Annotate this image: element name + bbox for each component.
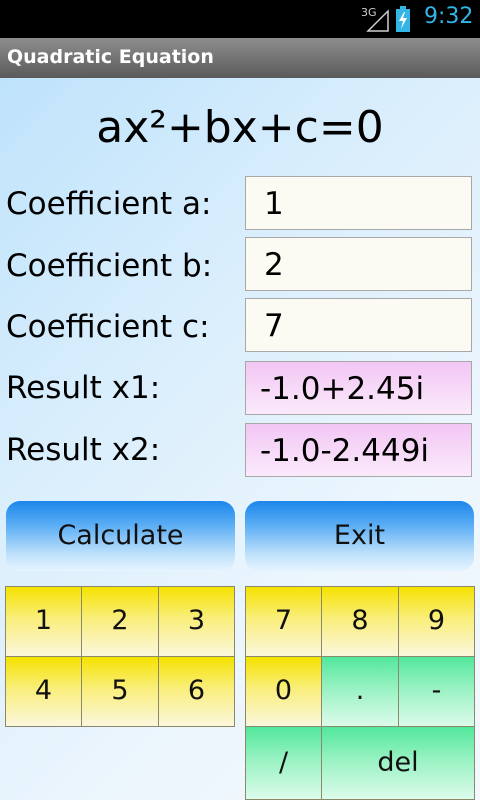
clock: 9:32 xyxy=(424,4,474,29)
coefficient-b-label: Coefficient b: xyxy=(6,248,213,284)
result-x2-field: -1.0-2.449i xyxy=(245,423,472,477)
coefficient-b-field[interactable]: 2 xyxy=(245,237,472,291)
key-minus[interactable]: - xyxy=(398,656,475,727)
coefficient-c-field[interactable]: 7 xyxy=(245,298,472,352)
key-4[interactable]: 4 xyxy=(5,656,82,727)
result-x1-field: -1.0+2.45i xyxy=(245,361,472,415)
key-8[interactable]: 8 xyxy=(321,586,399,657)
main-content: ax²+bx+c=0 Coefficient a: 1 Coefficient … xyxy=(0,78,480,800)
result-x2-label: Result x2: xyxy=(6,432,161,468)
app-title: Quadratic Equation xyxy=(7,46,214,68)
equation-heading: ax²+bx+c=0 xyxy=(96,102,384,153)
coefficient-c-label: Coefficient c: xyxy=(6,309,210,345)
key-5[interactable]: 5 xyxy=(81,656,159,727)
signal-icon xyxy=(366,9,389,32)
status-bar: 3G 9:32 xyxy=(0,0,480,38)
app-title-bar: Quadratic Equation xyxy=(0,38,480,78)
key-7[interactable]: 7 xyxy=(245,586,322,657)
key-decimal-point[interactable]: . xyxy=(321,656,399,727)
result-x1-label: Result x1: xyxy=(6,370,161,406)
coefficient-a-field[interactable]: 1 xyxy=(245,176,472,230)
key-divide[interactable]: / xyxy=(245,726,322,800)
key-3[interactable]: 3 xyxy=(158,586,235,657)
key-2[interactable]: 2 xyxy=(81,586,159,657)
key-9[interactable]: 9 xyxy=(398,586,475,657)
battery-charging-icon xyxy=(396,6,410,32)
exit-button[interactable]: Exit xyxy=(245,501,474,571)
calculate-button[interactable]: Calculate xyxy=(6,501,235,571)
key-delete[interactable]: del xyxy=(321,726,475,800)
key-0[interactable]: 0 xyxy=(245,656,322,727)
key-6[interactable]: 6 xyxy=(158,656,235,727)
key-1[interactable]: 1 xyxy=(5,586,82,657)
coefficient-a-label: Coefficient a: xyxy=(6,186,212,222)
